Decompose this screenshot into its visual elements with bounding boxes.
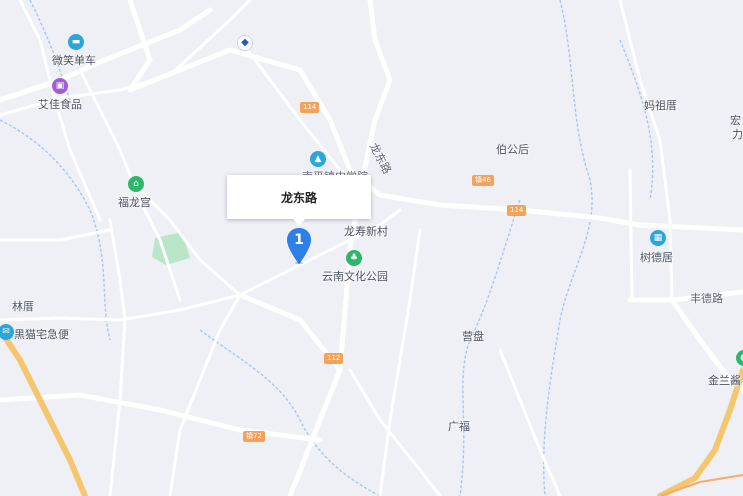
shop-icon[interactable]: ▣ [52, 78, 68, 94]
place-label-partial-li: 力 [732, 128, 743, 141]
poi-label-yunnan-park[interactable]: 云南文化公园 [322, 268, 388, 284]
temple-icon[interactable]: ⌂ [128, 176, 144, 192]
callout-title: 龙东路 [280, 190, 317, 205]
road-label-fengde: 丰德路 [690, 292, 723, 305]
poi-label-shudeju[interactable]: 树德居 [640, 249, 673, 265]
route-shield-x46: 镇46 [472, 175, 494, 186]
poi-label-longshou[interactable]: 龙寿新村 [344, 223, 388, 239]
store-icon[interactable]: ◆ [237, 35, 253, 51]
rivers [0, 0, 654, 496]
route-shield-114: 114 [300, 102, 320, 113]
bike-icon[interactable]: ▬ [68, 34, 84, 50]
route-shield-114: 114 [507, 205, 527, 216]
location-callout[interactable]: 龙东路 [227, 175, 371, 226]
poi-label-aijia[interactable]: 艾佳食品 [38, 96, 82, 112]
poi-label-fulonggong[interactable]: 福龙宫 [118, 194, 151, 210]
place-label-mazucuo: 妈祖厝 [644, 99, 677, 112]
place-label-bogonghou: 伯公后 [496, 143, 529, 156]
route-shield-112: 112 [324, 353, 344, 364]
poi-label-heimao[interactable]: 黑猫宅急便 [14, 326, 69, 342]
park-icon[interactable]: ♣ [346, 250, 362, 266]
poi-label-weixiao[interactable]: 微笑单车 [52, 52, 96, 68]
place-label-linlin: 林厝 [12, 300, 34, 313]
location-marker[interactable]: 1 [287, 228, 311, 265]
place-label-guangfu: 广福 [448, 420, 470, 433]
map-base [0, 0, 743, 496]
residence-icon[interactable]: ▦ [650, 230, 666, 246]
marker-number: 1 [294, 232, 304, 248]
place-label-yingpan: 营盘 [462, 330, 484, 343]
route-shield-x72: 镇72 [243, 431, 265, 442]
map-view[interactable]: 114 114 112 镇46 镇72 ◆ ▬ 微笑单车 ▣ 艾佳食品 ⌂ 福龙… [0, 0, 743, 496]
poi-label-jinlan[interactable]: 金兰酱 [708, 372, 741, 388]
school-icon[interactable]: ▲ [310, 151, 326, 167]
